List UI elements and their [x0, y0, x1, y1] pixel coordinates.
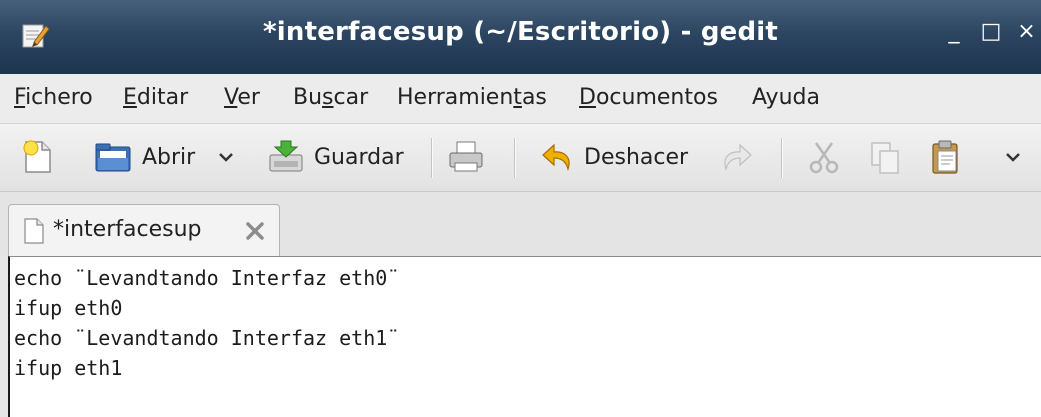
editor-line: echo ¨Levandtando Interfaz eth1¨	[14, 326, 400, 350]
toolbar-separator	[431, 138, 432, 178]
cut-icon	[809, 142, 839, 174]
menu-editar-mnemonic: E	[123, 85, 137, 110]
toolbar-overflow-button[interactable]	[1002, 136, 1024, 178]
menu-herramientas[interactable]: Herramientas	[397, 74, 547, 122]
menu-documentos-label: ocumentos	[595, 85, 718, 110]
gedit-window: *interfacesup (~/Escritorio) - gedit _ □…	[0, 0, 1041, 417]
editor-line: echo ¨Levandtando Interfaz eth0¨	[14, 266, 400, 290]
menu-documentos[interactable]: Documentos	[579, 74, 718, 122]
menu-fichero-label: ichero	[25, 85, 93, 110]
document-tab-strip: *interfacesup	[0, 192, 1041, 256]
menu-editar-label: ditar	[136, 85, 189, 110]
menu-documentos-mnemonic: D	[579, 85, 596, 110]
new-document-button[interactable]	[20, 136, 54, 178]
open-button[interactable]: Abrir	[92, 136, 195, 178]
menu-editar[interactable]: Editar	[123, 74, 188, 122]
menu-fichero[interactable]: Fichero	[14, 74, 93, 122]
menu-ver-mnemonic: V	[224, 85, 238, 110]
new-document-icon	[23, 140, 51, 173]
menu-herramientas-pre: Herramien	[397, 85, 514, 110]
title-bar[interactable]: *interfacesup (~/Escritorio) - gedit _ □…	[0, 0, 1041, 74]
undo-icon	[542, 143, 570, 172]
menu-buscar-pre: Bu	[293, 85, 323, 110]
save-button[interactable]: Guardar	[266, 136, 404, 178]
menu-ver[interactable]: Ver	[224, 74, 260, 122]
maximize-button[interactable]: □	[975, 14, 1007, 50]
paste-icon	[932, 140, 958, 174]
editor-line: ifup eth1	[14, 356, 123, 380]
copy-button[interactable]	[868, 136, 902, 178]
open-button-label: Abrir	[142, 144, 196, 170]
menu-herramientas-label: as	[521, 85, 547, 110]
tab-label: *interfacesup	[53, 217, 202, 242]
menu-bar: Fichero Editar Ver Buscar Herramientas D…	[0, 74, 1041, 124]
cut-button[interactable]	[806, 136, 842, 178]
menu-ayuda[interactable]: Ayuda	[752, 74, 820, 122]
redo-icon	[724, 143, 752, 172]
tab-interfacesup[interactable]: *interfacesup	[8, 204, 280, 256]
close-window-button[interactable]: ×	[1012, 14, 1041, 50]
save-button-label: Guardar	[314, 144, 404, 170]
window-title: *interfacesup (~/Escritorio) - gedit	[262, 17, 779, 47]
menu-herramientas-mnemonic: t	[513, 85, 522, 110]
open-folder-icon	[95, 143, 131, 172]
tab-close-icon[interactable]	[241, 217, 269, 245]
menu-buscar[interactable]: Buscar	[293, 74, 368, 122]
save-icon	[269, 140, 303, 172]
redo-button[interactable]	[718, 136, 754, 178]
chevron-down-icon	[219, 153, 233, 162]
undo-button-label: Deshacer	[584, 144, 689, 170]
minimize-button[interactable]: _	[938, 14, 970, 50]
menu-fichero-mnemonic: F	[14, 85, 26, 110]
toolbar-separator	[781, 138, 782, 178]
menu-ayuda-label: Ayuda	[752, 85, 820, 110]
menu-buscar-label: car	[333, 85, 369, 110]
text-document-icon	[24, 218, 44, 244]
print-button[interactable]	[446, 136, 486, 178]
overflow-chevron-icon	[1006, 153, 1020, 162]
editor-line: ifup eth0	[14, 296, 123, 320]
text-editor[interactable]: echo ¨Levandtando Interfaz eth0¨ ifup et…	[8, 256, 1041, 417]
toolbar-separator	[514, 138, 515, 178]
undo-button[interactable]: Deshacer	[540, 136, 688, 178]
print-icon	[449, 141, 483, 172]
toolbar: Abrir Guardar Deshacer	[0, 124, 1041, 192]
menu-ver-label: er	[237, 85, 260, 110]
copy-icon	[871, 142, 899, 174]
paste-button[interactable]	[928, 136, 962, 178]
menu-buscar-mnemonic: s	[322, 85, 334, 110]
open-recent-dropdown[interactable]	[216, 136, 236, 178]
